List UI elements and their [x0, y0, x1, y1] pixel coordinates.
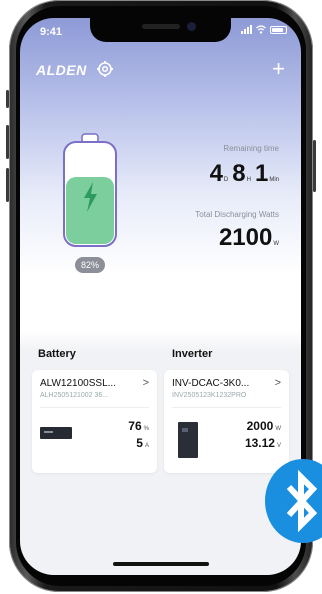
- battery-section-title: Battery: [38, 348, 76, 360]
- inverter-serial: INV2505123K1232PRO: [172, 392, 247, 399]
- volume-up-button: [6, 125, 9, 159]
- days-value: 4: [209, 160, 223, 187]
- battery-level-graphic: [63, 133, 117, 247]
- remaining-time-label: Remaining time: [223, 144, 279, 153]
- signal-icon: [241, 25, 252, 34]
- hours-value: 8: [232, 160, 246, 187]
- plus-icon[interactable]: +: [272, 58, 285, 80]
- remaining-time-value: 4D 8H 1Min: [210, 160, 279, 188]
- front-camera: [187, 22, 196, 31]
- chevron-right-icon: >: [142, 377, 149, 389]
- watts-unit: W: [273, 241, 279, 247]
- status-battery-icon: [270, 25, 287, 34]
- app-logo: ALDEN: [36, 62, 87, 78]
- volume-down-button: [6, 168, 9, 202]
- days-unit: D: [223, 177, 229, 183]
- battery-serial: ALH2505121002 36...: [40, 392, 109, 399]
- chevron-right-icon: >: [274, 377, 281, 389]
- minutes-unit: Min: [269, 177, 279, 183]
- battery-device-name: ALW12100SSL...: [40, 378, 116, 389]
- discharging-watts-label: Total Discharging Watts: [195, 210, 279, 219]
- status-time: 9:41: [40, 26, 63, 38]
- status-icons: [241, 25, 287, 34]
- home-indicator[interactable]: [113, 562, 209, 566]
- power-button: [313, 140, 316, 192]
- hours-unit: H: [246, 177, 251, 183]
- wifi-icon: [256, 25, 266, 34]
- battery-percent-badge: 82%: [75, 257, 105, 273]
- card-divider: [40, 407, 149, 408]
- card-divider: [172, 407, 281, 408]
- discharging-watts-value: 2100W: [219, 224, 279, 252]
- notch: [90, 18, 231, 42]
- minutes-value: 1: [254, 160, 269, 187]
- battery-soc: 76%: [128, 419, 149, 433]
- gear-icon[interactable]: [96, 60, 114, 78]
- inverter-voltage: 13.12 V: [244, 436, 281, 450]
- battery-device-card[interactable]: ALW12100SSL... > ALH2505121002 36... 76%…: [32, 370, 157, 473]
- battery-current: 5A: [136, 436, 149, 450]
- inverter-section-title: Inverter: [172, 348, 213, 360]
- speaker: [142, 24, 180, 29]
- inverter-device-image: [178, 422, 198, 458]
- mute-switch: [6, 90, 9, 108]
- inverter-device-card[interactable]: INV-DCAC-3K0... > INV2505123K1232PRO 200…: [164, 370, 289, 473]
- watts-value: 2100: [218, 224, 273, 251]
- inverter-device-name: INV-DCAC-3K0...: [172, 378, 250, 389]
- battery-device-image: [40, 427, 72, 439]
- bluetooth-icon: [265, 459, 322, 543]
- inverter-power: 2000 W: [246, 419, 281, 433]
